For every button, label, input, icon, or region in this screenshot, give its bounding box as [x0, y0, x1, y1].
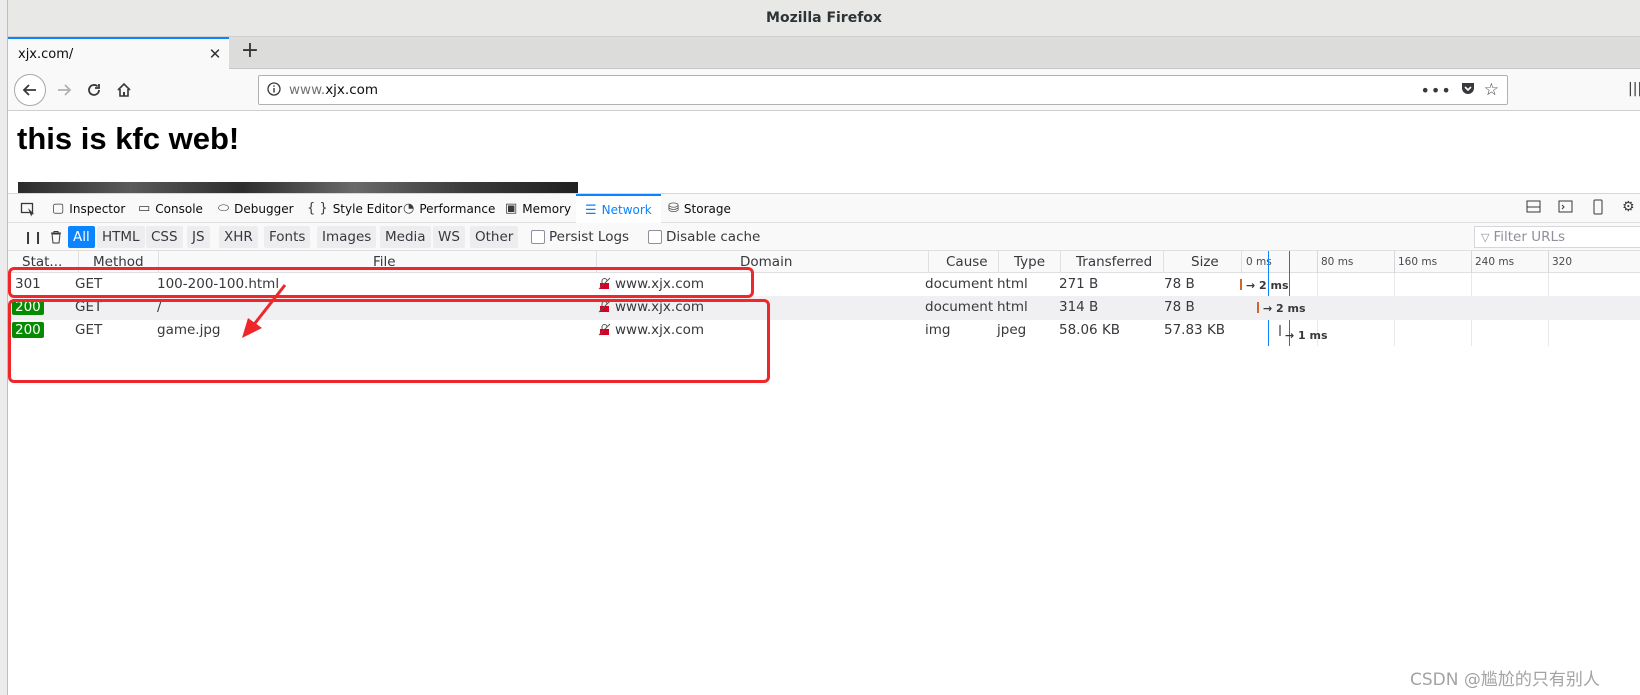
filter-fonts[interactable]: Fonts: [264, 226, 311, 248]
waterfall-tick: 240 ms: [1475, 256, 1515, 268]
waterfall-timing: → 2 ms: [1263, 302, 1306, 315]
storage-icon: ⛁: [668, 201, 679, 216]
waterfall-tick: 320: [1552, 256, 1573, 268]
devtools-controls: ⚙: [1526, 199, 1640, 217]
annotation-arrow: [242, 284, 287, 338]
annotation-box-redirect: [8, 267, 754, 298]
braces-icon: { }: [307, 201, 328, 216]
filter-media[interactable]: Media: [380, 226, 431, 248]
request-cause: img: [925, 322, 951, 338]
tab-style-editor[interactable]: { } Style Editor: [307, 194, 402, 223]
tab-debugger[interactable]: ⬭ Debugger: [218, 194, 294, 223]
dock-layout-icon[interactable]: [1526, 199, 1544, 217]
split-console-icon[interactable]: [1558, 199, 1576, 217]
browser-tab[interactable]: xjx.com/ ✕: [8, 37, 229, 69]
request-cause: document: [925, 276, 994, 292]
filter-all[interactable]: All: [68, 226, 95, 248]
filter-images[interactable]: Images: [317, 226, 377, 248]
plus-icon[interactable]: +: [238, 40, 262, 64]
tab-title: xjx.com/: [18, 46, 74, 62]
waterfall-timing: → 1 ms: [1285, 329, 1328, 342]
checkbox[interactable]: [648, 230, 662, 244]
element-picker-icon[interactable]: [20, 194, 36, 223]
page-image: [18, 182, 578, 193]
column-cause[interactable]: Cause: [946, 254, 988, 270]
tab-inspector[interactable]: ▢ Inspector: [52, 194, 125, 223]
waterfall-timing: → 2 ms: [1246, 279, 1289, 292]
devtools-toolbar: ▢ Inspector ▭ Console ⬭ Debugger { } Sty…: [8, 193, 1640, 224]
filter-ws[interactable]: WS: [433, 226, 465, 248]
request-type: jpeg: [997, 322, 1027, 338]
info-icon[interactable]: [267, 81, 281, 100]
column-transferred[interactable]: Transferred: [1076, 254, 1152, 270]
request-transferred: 271 B: [1059, 276, 1099, 292]
waterfall-bar: [1257, 302, 1259, 313]
filter-html[interactable]: HTML: [97, 226, 145, 248]
reload-icon[interactable]: [80, 76, 108, 104]
browser-window: Mozilla Firefox xjx.com/ ✕ + www.xjx.com: [0, 0, 1640, 695]
persist-logs-checkbox[interactable]: Persist Logs: [526, 226, 634, 248]
filter-other[interactable]: Other: [470, 226, 519, 248]
waterfall-tick: 160 ms: [1398, 256, 1438, 268]
window-title: Mozilla Firefox: [766, 10, 882, 26]
request-cause: document: [925, 299, 994, 315]
disable-cache-checkbox[interactable]: Disable cache: [643, 226, 765, 248]
debugger-icon: ⬭: [218, 201, 230, 216]
annotation-box-followups: [8, 299, 770, 383]
checkbox[interactable]: [531, 230, 545, 244]
library-icon[interactable]: |||: [1628, 81, 1640, 97]
filter-js[interactable]: JS: [187, 226, 210, 248]
star-icon[interactable]: ☆: [1484, 80, 1499, 100]
network-icon: ☰: [585, 202, 597, 218]
title-bar: Mozilla Firefox: [8, 0, 1640, 37]
tab-memory[interactable]: ▣ Memory: [505, 194, 571, 223]
request-type: html: [997, 299, 1028, 315]
waterfall-bar: [1240, 279, 1242, 290]
network-filter-bar: ❙❙ All HTML CSS JS XHR Fonts Images Medi…: [8, 223, 1640, 251]
console-icon: ▭: [138, 201, 151, 216]
page-content: this is kfc web!: [8, 111, 1640, 193]
tab-network[interactable]: ☰ Network: [576, 194, 661, 224]
trash-icon[interactable]: [44, 226, 68, 248]
watermark: CSDN @尴尬的只有别人: [1410, 670, 1600, 690]
tab-console[interactable]: ▭ Console: [138, 194, 203, 223]
url-bar[interactable]: www.xjx.com ••• ☆: [258, 75, 1508, 105]
home-icon[interactable]: [110, 76, 138, 104]
waterfall-tick: 80 ms: [1321, 256, 1354, 268]
window-edge: [0, 0, 8, 695]
filter-xhr[interactable]: XHR: [219, 226, 258, 248]
request-transferred: 314 B: [1059, 299, 1099, 315]
settings-gear-icon[interactable]: ⚙: [1622, 199, 1640, 217]
request-size: 57.83 KB: [1164, 322, 1226, 338]
request-type: html: [997, 276, 1028, 292]
funnel-icon: ▽: [1481, 230, 1490, 244]
tab-performance[interactable]: ◔ Performance: [403, 194, 495, 223]
close-icon[interactable]: ✕: [205, 45, 225, 63]
forward-arrow-icon[interactable]: [50, 76, 78, 104]
column-type[interactable]: Type: [1014, 254, 1045, 270]
page-heading: this is kfc web!: [17, 121, 240, 156]
url-text: www.xjx.com: [289, 82, 379, 98]
back-arrow-icon[interactable]: [14, 74, 46, 106]
filter-css[interactable]: CSS: [146, 226, 183, 248]
column-size[interactable]: Size: [1191, 254, 1219, 270]
request-size: 78 B: [1164, 276, 1195, 292]
pocket-icon[interactable]: [1460, 80, 1476, 100]
waterfall-bar: [1279, 325, 1281, 336]
responsive-design-icon[interactable]: [1590, 199, 1608, 217]
tab-strip: xjx.com/ ✕ +: [8, 37, 1640, 69]
navigation-bar: www.xjx.com ••• ☆ |||: [8, 69, 1640, 111]
request-size: 78 B: [1164, 299, 1195, 315]
performance-icon: ◔: [403, 201, 415, 216]
memory-icon: ▣: [505, 201, 518, 216]
tab-storage[interactable]: ⛁ Storage: [668, 194, 731, 223]
filter-urls-input[interactable]: ▽ Filter URLs: [1474, 226, 1640, 248]
inspector-icon: ▢: [52, 201, 65, 216]
more-icon[interactable]: •••: [1420, 81, 1451, 100]
request-transferred: 58.06 KB: [1059, 322, 1121, 338]
